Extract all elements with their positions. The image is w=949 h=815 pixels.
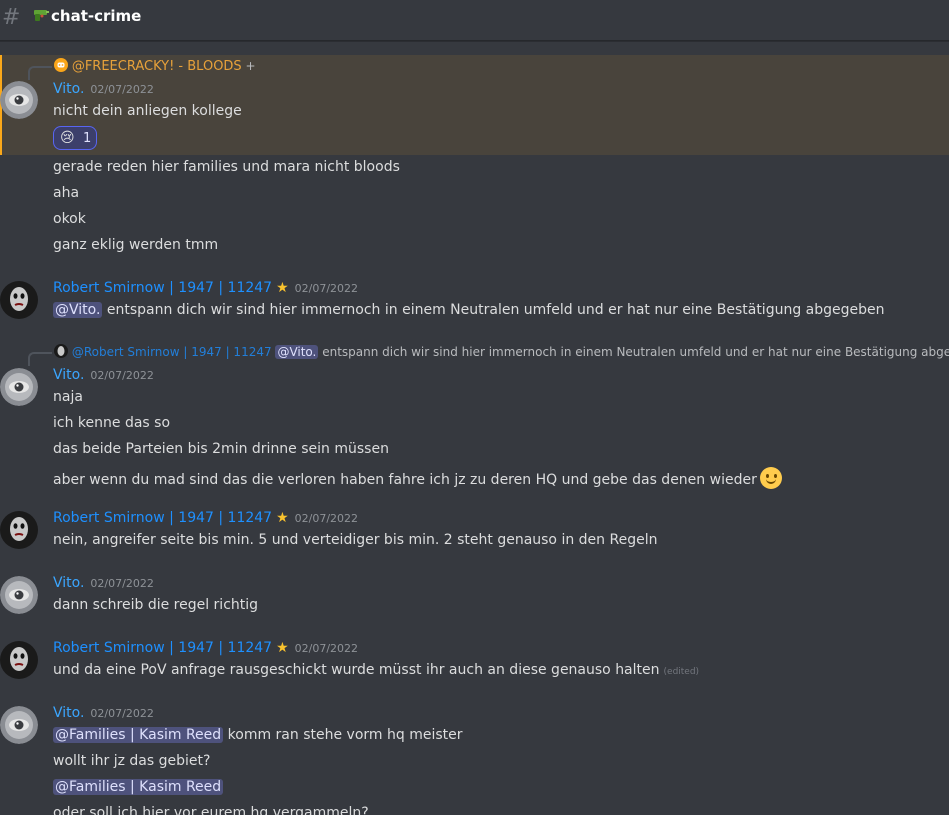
crying-face-icon: 😢 xyxy=(60,130,75,146)
avatar[interactable] xyxy=(0,368,38,406)
timestamp: 02/07/2022 xyxy=(90,83,154,96)
message-text: und da eine PoV anfrage rausgeschickt wu… xyxy=(53,662,700,678)
reply-spine xyxy=(28,352,52,366)
message-text: oder soll ich hier vor eurem hq vergamme… xyxy=(53,805,369,815)
message-text: dann schreib die regel richtig xyxy=(53,597,259,613)
author-name[interactable]: Vito. 02/07/2022 xyxy=(53,367,154,383)
reply-text: entspann dich wir sind hier immernoch in… xyxy=(322,345,949,359)
star-icon: ★ xyxy=(276,640,289,656)
timestamp: 02/07/2022 xyxy=(294,642,359,655)
reaction-button[interactable]: 😢 1 xyxy=(53,126,97,150)
message-text: okok xyxy=(53,211,86,227)
message-text: ganz eklig werden tmm xyxy=(53,237,219,253)
message-text: @Families | Kasim Reed komm ran stehe vo… xyxy=(53,727,463,743)
hash-icon: # xyxy=(2,5,21,30)
message-text: naja xyxy=(53,389,83,405)
channel-header: # chat-crime xyxy=(0,0,949,41)
avatar[interactable] xyxy=(0,511,38,549)
avatar[interactable] xyxy=(0,576,38,614)
reply-spine xyxy=(28,66,52,80)
channel-name[interactable]: chat-crime xyxy=(51,7,141,25)
reply-author[interactable]: @Robert Smirnow | 1947 | 11247 xyxy=(72,345,272,359)
reply-avatar xyxy=(54,344,68,358)
role-mention[interactable]: @Families | Kasim Reed xyxy=(53,779,224,795)
author-name[interactable]: Robert Smirnow | 1947 | 11247 ★ 02/07/2022 xyxy=(53,640,358,656)
role-mention[interactable]: @Families | Kasim Reed xyxy=(53,727,224,743)
message-text: @Families | Kasim Reed xyxy=(53,779,224,795)
author-name[interactable]: Vito. 02/07/2022 xyxy=(53,575,154,591)
author-name[interactable]: Vito. 02/07/2022 xyxy=(53,705,154,721)
timestamp: 02/07/2022 xyxy=(294,512,359,525)
message-text: aha xyxy=(53,185,80,201)
message-text: wollt ihr jz das gebiet? xyxy=(53,753,211,769)
timestamp: 02/07/2022 xyxy=(90,707,154,720)
message-text: aber wenn du mad sind das die verloren h… xyxy=(53,467,782,489)
avatar[interactable] xyxy=(0,81,38,119)
message-text: nein, angreifer seite bis min. 5 und ver… xyxy=(53,532,658,548)
message-text: ich kenne das so xyxy=(53,415,171,431)
timestamp: 02/07/2022 xyxy=(294,282,359,295)
author-name[interactable]: Robert Smirnow | 1947 | 11247 ★ 02/07/2022 xyxy=(53,280,358,296)
reaction-count: 1 xyxy=(83,131,92,146)
author-name[interactable]: Vito. 02/07/2022 xyxy=(53,81,154,97)
smiling-face-icon xyxy=(759,467,782,489)
user-mention[interactable]: @Vito. xyxy=(53,302,103,318)
message-text: das beide Parteien bis 2min drinne sein … xyxy=(53,441,389,457)
message-text: gerade reden hier families und mara nich… xyxy=(53,159,400,175)
pistol-emoji-icon xyxy=(34,10,49,21)
avatar[interactable] xyxy=(0,641,38,679)
message-text: @Vito. entspann dich wir sind hier immer… xyxy=(53,302,885,318)
timestamp: 02/07/2022 xyxy=(90,369,154,382)
star-icon: ★ xyxy=(276,510,289,526)
timestamp: 02/07/2022 xyxy=(90,577,154,590)
reply-more: + xyxy=(245,59,256,73)
star-icon: ★ xyxy=(276,280,289,296)
reply-role-mention[interactable]: @FREECRACKY! - BLOODS xyxy=(72,59,242,74)
user-mention[interactable]: @Vito. xyxy=(275,345,319,359)
avatar[interactable] xyxy=(0,706,38,744)
message-list[interactable]: @FREECRACKY! - BLOODS + Vito. 02/07/2022 … xyxy=(0,41,949,815)
author-name[interactable]: Robert Smirnow | 1947 | 11247 ★ 02/07/2022 xyxy=(53,510,358,526)
edited-label: (edited) xyxy=(663,667,700,677)
discord-logo-icon xyxy=(54,58,68,72)
avatar[interactable] xyxy=(0,281,38,319)
message-text: nicht dein anliegen kollege xyxy=(53,103,242,119)
